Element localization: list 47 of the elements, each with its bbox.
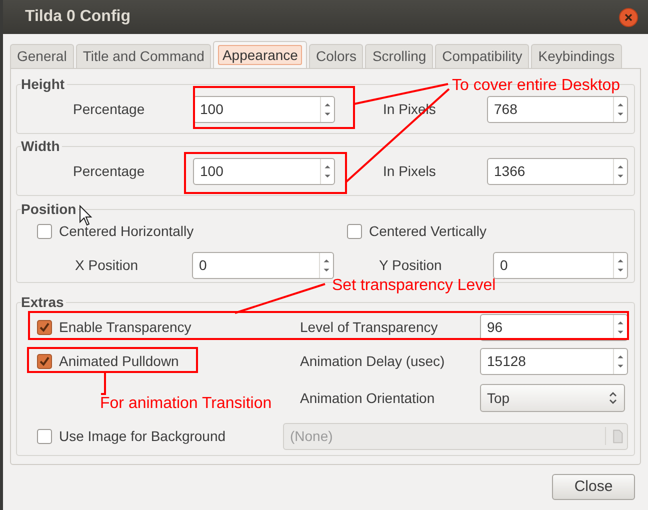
checkbox-label: Centered Horizontally [59, 222, 194, 240]
spin-field[interactable]: 768 [487, 96, 628, 122]
field-label: Level of Transparency [300, 318, 439, 337]
section-title: Position [21, 201, 78, 217]
section-title: Width [21, 138, 62, 154]
field-label: Y Position [379, 256, 443, 274]
checkbox-label: Centered Vertically [369, 222, 487, 240]
field-label: Percentage [73, 100, 146, 119]
field-label: Animation Orientation [300, 388, 436, 408]
spin-field[interactable]: 96 [480, 314, 628, 340]
field-label: Animation Delay (usec) [300, 352, 446, 371]
annotation-text: For animation Transition [100, 395, 272, 413]
annotation-text: Set transparency Level [332, 277, 496, 295]
spin-field[interactable]: 0 [192, 252, 334, 278]
close-button[interactable]: Close [552, 474, 635, 500]
spin-field[interactable]: 15128 [480, 348, 628, 374]
checkbox-label: Use Image for Background [59, 428, 226, 444]
tab[interactable]: General [10, 44, 74, 68]
tab[interactable]: Title and Command [76, 44, 212, 68]
file-chooser: (None) [283, 422, 628, 450]
field-label: Percentage [73, 162, 146, 181]
checkbox[interactable] [37, 320, 52, 334]
spin-field[interactable]: 100 [193, 158, 335, 184]
tab[interactable]: Scrolling [365, 44, 434, 68]
tab[interactable]: Appearance [213, 41, 307, 68]
checkbox[interactable] [37, 428, 52, 444]
field-label: In Pixels [383, 162, 437, 180]
checkbox-label: Animated Pulldown [59, 352, 179, 370]
checkbox[interactable] [37, 224, 52, 238]
close-icon[interactable] [619, 8, 638, 26]
leader-line [101, 373, 106, 395]
checkbox-label: Enable Transparency [59, 318, 192, 336]
tab[interactable]: Colors [308, 44, 364, 68]
tab[interactable]: Keybindings [531, 44, 622, 68]
checkbox[interactable] [347, 224, 362, 238]
orientation-dropdown[interactable]: Top [480, 384, 625, 412]
mouse-pointer-icon [80, 204, 92, 226]
tab[interactable]: Compatibility [435, 44, 530, 68]
window-title: Tilda 0 Config [25, 7, 130, 27]
section-title: Extras [21, 294, 66, 310]
spin-field[interactable]: 0 [493, 252, 628, 278]
spin-field[interactable]: 1366 [487, 158, 628, 184]
spin-field[interactable]: 100 [193, 96, 335, 122]
section-title: Height [21, 76, 67, 92]
annotation-text: To cover entire Desktop [452, 77, 620, 95]
checkbox[interactable] [37, 354, 52, 368]
field-label: X Position [75, 256, 140, 274]
